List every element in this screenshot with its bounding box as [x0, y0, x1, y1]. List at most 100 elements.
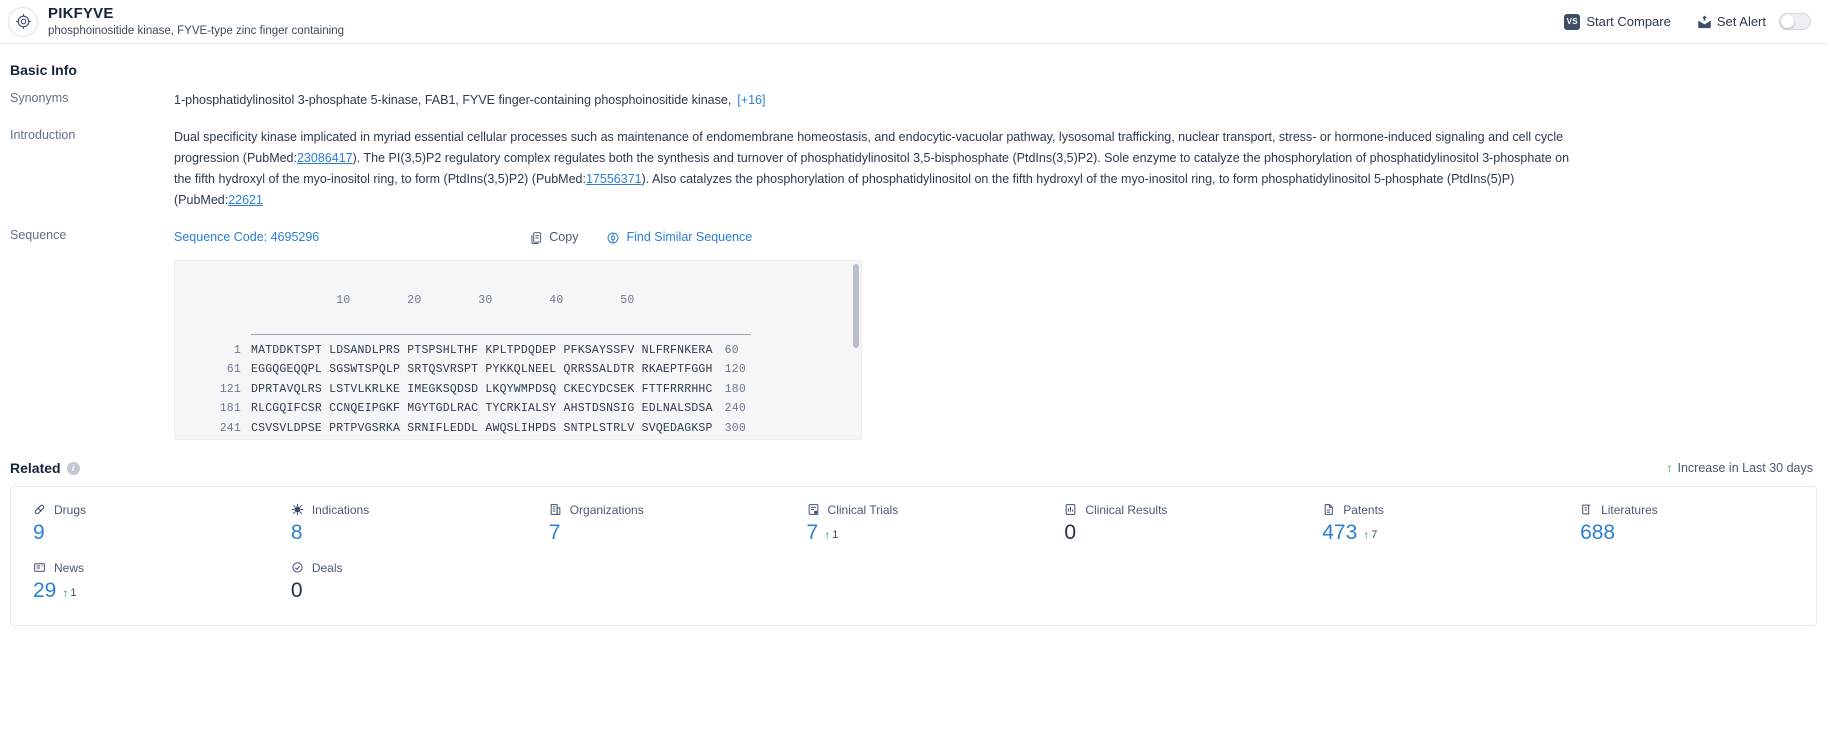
stat-label: Organizations: [569, 503, 644, 517]
stat-organizations[interactable]: Organizations 7: [527, 503, 785, 545]
set-alert-toggle[interactable]: [1779, 13, 1811, 30]
copy-sequence-button[interactable]: Copy: [529, 227, 578, 248]
stat-deals[interactable]: Deals 0: [269, 561, 527, 603]
news-icon: [33, 561, 47, 575]
stat-clinical-results[interactable]: Clinical Results 0: [1042, 503, 1300, 545]
gene-description: phosphoinositide kinase, FYVE-type zinc …: [48, 24, 344, 37]
synonyms-text: 1-phosphatidylinositol 3-phosphate 5-kin…: [174, 93, 732, 107]
seq-block: LKQYWMPDSQ: [485, 382, 557, 396]
stat-header: News: [33, 561, 269, 575]
ruler-tick: 30: [478, 293, 493, 307]
introduction-row: Introduction Dual specificity kinase imp…: [10, 127, 1817, 211]
seq-block: CSVSVLDPSE: [251, 421, 323, 435]
arrow-up-icon: ↑: [62, 586, 69, 600]
stat-clinical-trials[interactable]: Clinical Trials 7 ↑ 1: [785, 503, 1043, 545]
related-stats-card: Drugs 9 Indications 8 Organizations 7 Cl…: [10, 486, 1817, 626]
related-title: Related: [10, 460, 61, 476]
stat-header: Literatures: [1580, 503, 1816, 517]
sequence-residues: DPRTAVQLRS LSTVLKRLKE IMEGKSQDSD LKQYWMP…: [251, 380, 713, 400]
ruler-divider: [251, 333, 751, 335]
copy-label: Copy: [549, 230, 579, 244]
find-similar-sequence-button[interactable]: Find Similar Sequence: [606, 227, 752, 248]
sequence-end-index: 360: [713, 438, 746, 439]
sequence-end-index: 300: [724, 421, 746, 435]
sequence-label: Sequence: [10, 228, 67, 242]
pubmed-link-2[interactable]: 17556371: [586, 172, 642, 186]
sequence-start-index: 61: [226, 363, 241, 376]
stat-label: Clinical Results: [1085, 503, 1168, 517]
stat-value-row: 0: [1064, 521, 1300, 545]
sequence-residues: ARNRSASITN LSLDRSGSFM VPSYETSVSP QANRTYV…: [251, 438, 713, 439]
stat-label: News: [54, 561, 85, 575]
seq-block: EDLNALSDSA: [641, 402, 713, 415]
sequence-viewer[interactable]: 10 20 30 40 50 1 MATDDKTSPT LDSANDLPRS P…: [174, 260, 862, 440]
target-node-icon: [8, 6, 38, 37]
sequence-ruler: 10 20 30 40 50: [175, 271, 861, 330]
stat-label: Deals: [311, 561, 343, 575]
seq-block: PYKKQLNEEL: [485, 363, 557, 376]
stat-value: 9: [33, 521, 45, 544]
sequence-residues: CSVSVLDPSE PRTPVGSRKA SRNIFLEDDL AWQSLIH…: [251, 419, 713, 439]
find-similar-label: Find Similar Sequence: [626, 230, 753, 244]
book-icon: [1580, 503, 1594, 517]
sequence-start-index: 1: [233, 343, 241, 357]
stat-value: 0: [290, 579, 303, 602]
stat-value: 688: [1580, 521, 1616, 544]
sequence-end-index: 180: [724, 382, 746, 396]
pubmed-link-1[interactable]: 23086417: [297, 151, 353, 165]
stat-value-row: 29 ↑ 1: [33, 579, 269, 603]
sequence-value: Sequence Code: 4695296 Copy Find Similar…: [174, 227, 1817, 440]
stat-label: Literatures: [1601, 503, 1658, 517]
stat-label: Patents: [1343, 503, 1384, 517]
sequence-row: Sequence Sequence Code: 4695296 Copy Fin…: [10, 227, 1817, 440]
set-alert-control[interactable]: Set Alert: [1697, 13, 1811, 30]
sequence-scrollbar[interactable]: [853, 264, 859, 348]
seq-block: SGSWTSPQLP: [329, 363, 401, 376]
stat-header: Clinical Results: [1064, 503, 1300, 517]
stat-value-row: 7 ↑ 1: [807, 521, 1043, 545]
building-icon: [549, 503, 563, 517]
stat-indications[interactable]: Indications 8: [269, 503, 527, 545]
stat-literatures[interactable]: Literatures 688: [1558, 503, 1816, 545]
sequence-line: 241 CSVSVLDPSE PRTPVGSRKA SRNIFLEDDL AWQ…: [175, 419, 861, 439]
seq-block: KPLTPDQDEP: [485, 343, 557, 357]
start-compare-button[interactable]: VS Start Compare: [1564, 13, 1671, 30]
stat-news[interactable]: News 29 ↑ 1: [11, 561, 269, 603]
stat-value: 29: [33, 579, 57, 602]
seq-block: AWQSLIHPDS: [485, 421, 557, 435]
sequence-code[interactable]: Sequence Code: 4695296: [174, 227, 319, 248]
synonyms-row: Synonyms 1-phosphatidylinositol 3-phosph…: [10, 90, 1817, 111]
seq-block: MATDDKTSPT: [251, 343, 323, 357]
info-icon[interactable]: i: [66, 461, 80, 475]
stat-drugs[interactable]: Drugs 9: [11, 503, 269, 545]
basic-info-title: Basic Info: [10, 62, 77, 78]
gene-symbol: PIKFYVE: [48, 4, 114, 22]
stat-header: Indications: [291, 503, 527, 517]
ruler-tick: 20: [407, 293, 422, 307]
stat-header: Clinical Trials: [807, 503, 1043, 517]
stat-value-row: 9: [33, 521, 269, 545]
sequence-end-index: 240: [724, 402, 746, 415]
seq-block: RKAEPTFGGH: [641, 363, 713, 376]
ruler-tick: 10: [336, 293, 351, 307]
stat-delta: ↑ 7: [1363, 528, 1377, 545]
stat-delta: ↑ 1: [62, 586, 76, 603]
synonyms-more-link[interactable]: [+16]: [737, 93, 765, 107]
seq-block: LDSANDLPRS: [329, 343, 401, 357]
seq-block: RLCGQIFCSR: [251, 402, 323, 415]
sequence-toolbar: Sequence Code: 4695296 Copy Find Similar…: [174, 227, 1817, 248]
pubmed-link-3[interactable]: 22621: [228, 193, 263, 207]
seq-block: IMEGKSQDSD: [407, 382, 479, 396]
sequence-tools: Copy Find Similar Sequence: [529, 227, 752, 248]
capsule-icon: [33, 503, 47, 517]
stat-header: Drugs: [33, 503, 269, 517]
sequence-start-index: 181: [219, 402, 241, 415]
synonyms-label: Synonyms: [10, 91, 69, 105]
ruler-tick: 50: [620, 293, 635, 307]
sequence-line: 61 EGGQGEQQPL SGSWTSPQLP SRTQSVRSPT PYKK…: [175, 360, 861, 380]
seq-block: SNTPLSTRLV: [563, 421, 635, 435]
ruler-tick: 40: [549, 293, 564, 307]
sequence-line: 121 DPRTAVQLRS LSTVLKRLKE IMEGKSQDSD LKQ…: [175, 380, 861, 400]
stat-label: Drugs: [54, 503, 87, 517]
stat-patents[interactable]: Patents 473 ↑ 7: [1300, 503, 1558, 545]
